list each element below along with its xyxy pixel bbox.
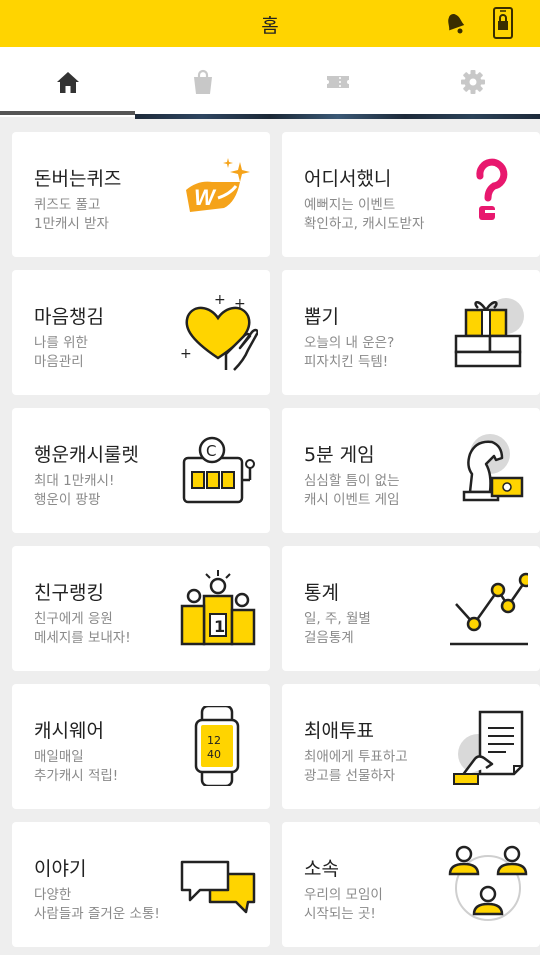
bell-icon[interactable] <box>443 10 467 36</box>
card-desc-1: 예뻐지는 이벤트 <box>304 197 396 213</box>
question-mark-icon <box>476 158 508 220</box>
card-title: 어디서했니 <box>304 168 392 190</box>
tab-bar <box>0 47 540 117</box>
card-desc-2: 시작되는 곳! <box>304 906 376 922</box>
menu-card-draw[interactable]: 뽑기 오늘의 내 운은? 피자치킨 득템! <box>282 270 540 395</box>
card-title: 캐시웨어 <box>34 720 104 742</box>
menu-card-statistics[interactable]: 통계 일, 주, 월별 걸음통계 <box>282 546 540 671</box>
tab-home[interactable] <box>0 47 135 117</box>
card-desc-2: 피자치킨 득템! <box>304 354 389 370</box>
card-desc-1: 심심할 틈이 없는 <box>304 473 400 489</box>
tab-settings[interactable] <box>405 47 540 117</box>
card-desc-2: 사람들과 즐거운 소통! <box>34 906 160 922</box>
card-title: 돈버는퀴즈 <box>34 168 122 190</box>
lock-phone-icon[interactable] <box>492 7 514 39</box>
menu-card-friend-ranking[interactable]: 친구랭킹 친구에게 응원 메세지를 보내자! 1 <box>12 546 270 671</box>
card-desc-2: 행운이 팡팡 <box>34 492 101 508</box>
card-desc-1: 우리의 모임이 <box>304 887 383 903</box>
svg-text:W: W <box>194 185 217 210</box>
ticket-icon <box>326 76 349 88</box>
menu-card-money-quiz[interactable]: 돈버는퀴즈 퀴즈도 풀고 1만캐시 받자 W <box>12 132 270 257</box>
menu-card-favorite-vote[interactable]: 최애투표 최애에게 투표하고 광고를 선물하자 <box>282 684 540 809</box>
svg-text:+: + <box>214 292 226 308</box>
card-desc-1: 일, 주, 월별 <box>304 611 371 627</box>
tab-shop[interactable] <box>135 47 270 117</box>
card-desc-1: 매일매일 <box>34 749 84 765</box>
top-bar: 홈 <box>0 0 540 47</box>
card-desc-1: 최애에게 투표하고 <box>304 749 408 765</box>
card-title: 뽑기 <box>304 306 339 328</box>
menu-card-5min-game[interactable]: 5분 게임 심심할 틈이 없는 캐시 이벤트 게임 <box>282 408 540 533</box>
card-desc-2: 캐시 이벤트 게임 <box>304 492 400 508</box>
line-chart-icon <box>450 572 528 646</box>
menu-card-story[interactable]: 이야기 다양한 사람들과 즐거운 소통! <box>12 822 270 947</box>
card-desc-1: 친구에게 응원 <box>34 611 113 627</box>
smart-watch-icon: 12 40 <box>194 706 240 786</box>
home-icon <box>56 72 79 93</box>
banner-strip <box>135 114 540 119</box>
card-desc-2: 걸음통계 <box>304 630 354 646</box>
card-title: 통계 <box>304 582 339 604</box>
active-tab-indicator <box>0 111 135 115</box>
card-desc-2: 추가캐시 적립! <box>34 768 119 784</box>
card-desc-2: 확인하고, 캐시도받자 <box>304 216 425 232</box>
slot-machine-icon: C <box>182 436 255 504</box>
chess-knight-icon <box>462 434 524 502</box>
svg-text:1: 1 <box>214 617 225 636</box>
heart-hand-icon: + + + <box>180 292 258 371</box>
card-title: 마음챙김 <box>34 306 104 328</box>
shopping-bag-icon <box>193 69 212 94</box>
menu-card-affiliation[interactable]: 소속 우리의 모임이 시작되는 곳! <box>282 822 540 947</box>
menu-card-where[interactable]: 어디서했니 예뻐지는 이벤트 확인하고, 캐시도받자 <box>282 132 540 257</box>
card-title: 행운캐시룰렛 <box>34 444 139 466</box>
vote-paper-icon <box>453 710 524 785</box>
card-title: 최애투표 <box>304 720 374 742</box>
menu-card-cashware[interactable]: 캐시웨어 매일매일 추가캐시 적립! 12 40 <box>12 684 270 809</box>
card-desc-1: 다양한 <box>34 887 72 903</box>
menu-card-roulette[interactable]: 행운캐시룰렛 최대 1만캐시! 행운이 팡팡 C <box>12 408 270 533</box>
podium-icon: 1 <box>180 570 256 646</box>
card-desc-2: 광고를 선물하자 <box>304 768 396 784</box>
gear-icon <box>460 70 485 94</box>
chat-bubbles-icon <box>180 860 256 914</box>
watch-minute: 40 <box>207 748 221 761</box>
card-title: 친구랭킹 <box>34 582 104 604</box>
menu-card-mindfulness[interactable]: 마음챙김 나를 위한 마음관리 + + + <box>12 270 270 395</box>
svg-text:C: C <box>206 442 216 460</box>
svg-text:+: + <box>180 346 192 362</box>
card-title: 이야기 <box>34 858 87 880</box>
svg-text:+: + <box>234 296 246 312</box>
card-desc-2: 1만캐시 받자 <box>34 216 109 232</box>
watch-hour: 12 <box>207 734 221 747</box>
card-desc-1: 오늘의 내 운은? <box>304 335 395 351</box>
card-desc-1: 퀴즈도 풀고 <box>34 197 101 213</box>
tab-ticket[interactable] <box>270 47 405 117</box>
gift-box-icon <box>454 298 524 368</box>
card-title: 소속 <box>304 858 339 880</box>
card-desc-1: 최대 1만캐시! <box>34 473 115 489</box>
won-coin-icon: W <box>186 158 250 212</box>
card-title: 5분 게임 <box>304 444 375 466</box>
card-desc-2: 마음관리 <box>34 354 84 370</box>
group-people-icon <box>448 845 528 921</box>
card-desc-2: 메세지를 보내자! <box>34 630 131 646</box>
card-desc-1: 나를 위한 <box>34 335 88 351</box>
